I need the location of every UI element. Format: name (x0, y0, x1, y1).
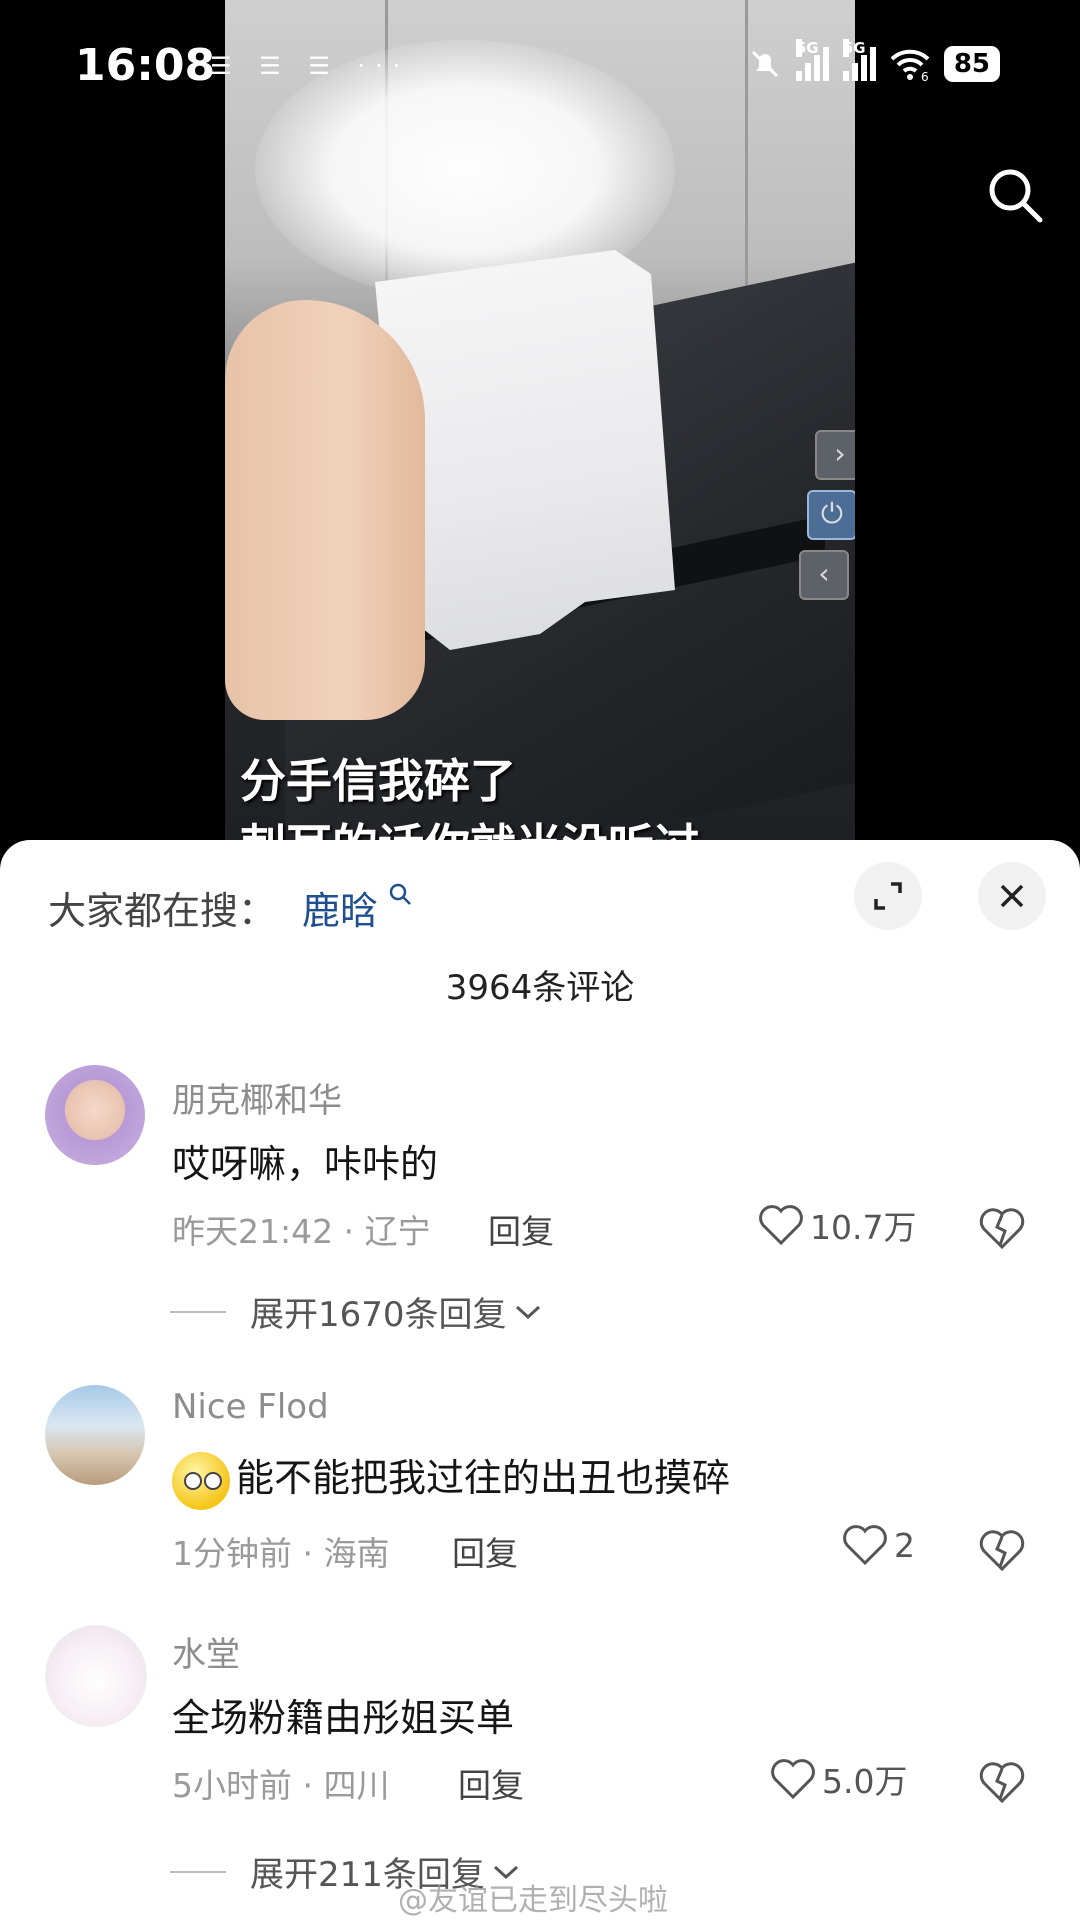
close-icon (1000, 884, 1024, 908)
chevron-left-icon: ‹ (799, 550, 849, 600)
expand-replies-label: 展开1670条回复 (250, 1295, 507, 1335)
comment-username[interactable]: Nice Flod (172, 1387, 329, 1427)
signal-icon: 5G (795, 39, 829, 81)
heart-icon (771, 1759, 815, 1800)
like-button[interactable]: 10.7万 (758, 1201, 916, 1249)
heart-icon (759, 1205, 803, 1246)
broken-heart-icon[interactable] (978, 1759, 1026, 1807)
notification-icons: ☰ ☰ ☰ ··· (210, 52, 411, 80)
comment-meta: 5小时前 · 四川 (172, 1766, 390, 1805)
like-count: 10.7万 (810, 1208, 917, 1247)
video-frame[interactable]: › ⏻ ‹ (225, 0, 855, 860)
video-player[interactable]: › ⏻ ‹ 分手信我碎了 刺耳的话你就当没听过 16:08 ☰ ☰ ☰ ··· … (0, 0, 1080, 860)
comment-location: 辽宁 (364, 1212, 431, 1251)
comment-meta: 1分钟前 · 海南 (172, 1534, 390, 1573)
search-small-icon (389, 883, 411, 905)
expand-replies-button[interactable]: 展开1670条回复 (170, 1287, 543, 1336)
avatar[interactable] (45, 1385, 145, 1485)
like-count: 2 (894, 1525, 915, 1565)
broken-heart-icon[interactable] (978, 1527, 1026, 1575)
power-icon: ⏻ (807, 490, 855, 540)
comment-item: 朋克椰和华 哎呀嘛，咔咔的 昨天21:42 · 辽宁 回复 10.7万 展开16… (0, 1065, 1080, 1385)
comment-username[interactable]: 水堂 (172, 1627, 240, 1676)
trending-search-term[interactable]: 鹿晗 (302, 880, 378, 935)
avatar[interactable] (45, 1625, 147, 1727)
trending-search-label: 大家都在搜： (48, 889, 277, 933)
comment-location: 海南 (323, 1534, 390, 1573)
reply-button[interactable]: 回复 (488, 1205, 554, 1253)
battery-indicator: 85 (943, 46, 1000, 82)
comment-item: Nice Flod 能不能把我过往的出丑也摸碎 1分钟前 · 海南 回复 2 (0, 1385, 1080, 1615)
watermark: @友谊已走到尽头啦 (398, 1883, 668, 1918)
close-button[interactable] (978, 862, 1046, 930)
comment-count: 3964条评论 (445, 968, 635, 1008)
comment-text: 能不能把我过往的出丑也摸碎 (172, 1447, 730, 1510)
search-icon[interactable] (985, 165, 1045, 225)
video-caption: 分手信我碎了 (240, 754, 516, 808)
smile-emoji-icon (172, 1451, 230, 1510)
comment-location: 四川 (323, 1766, 390, 1805)
comments-header: 大家都在搜： 鹿晗 (0, 840, 1080, 960)
status-bar: 16:08 ☰ ☰ ☰ ··· 5G 5G 6 85 (0, 0, 1080, 120)
comment-text: 全场粉籍由彤姐买单 (172, 1696, 515, 1740)
expand-button[interactable] (854, 862, 922, 930)
signal-icon: 5G (842, 39, 876, 81)
like-count: 5.0万 (822, 1762, 908, 1801)
system-icons: 5G 5G 6 85 (748, 39, 1000, 82)
comment-time: 5小时前 (172, 1766, 292, 1805)
wifi-icon: 6 (890, 49, 930, 81)
chevron-right-icon: › (815, 430, 855, 480)
chevron-down-icon (515, 1305, 540, 1319)
hand (225, 300, 425, 720)
comment-text: 哎呀嘛，咔咔的 (172, 1142, 439, 1186)
like-button[interactable]: 5.0万 (770, 1755, 907, 1803)
clock: 16:08 (75, 40, 216, 91)
bell-muted-icon (751, 50, 778, 78)
like-button[interactable]: 2 (842, 1523, 915, 1567)
expand-icon (874, 882, 902, 910)
comments-sheet: 大家都在搜： 鹿晗 3964条评论 朋克椰和华 哎呀嘛，咔咔的 昨天21:42 … (0, 840, 1080, 1920)
broken-heart-icon[interactable] (978, 1205, 1026, 1253)
comment-username[interactable]: 朋克椰和华 (172, 1073, 342, 1122)
comment-time: 昨天21:42 (172, 1212, 334, 1251)
heart-icon (843, 1525, 887, 1566)
comment-time: 1分钟前 (172, 1534, 292, 1573)
svg-text:6: 6 (921, 70, 929, 81)
reply-button[interactable]: 回复 (458, 1759, 524, 1807)
shredder-button-panel: › ⏻ ‹ (795, 420, 855, 600)
avatar[interactable] (45, 1065, 145, 1165)
comment-meta: 昨天21:42 · 辽宁 (172, 1212, 431, 1251)
reply-button[interactable]: 回复 (452, 1527, 518, 1575)
